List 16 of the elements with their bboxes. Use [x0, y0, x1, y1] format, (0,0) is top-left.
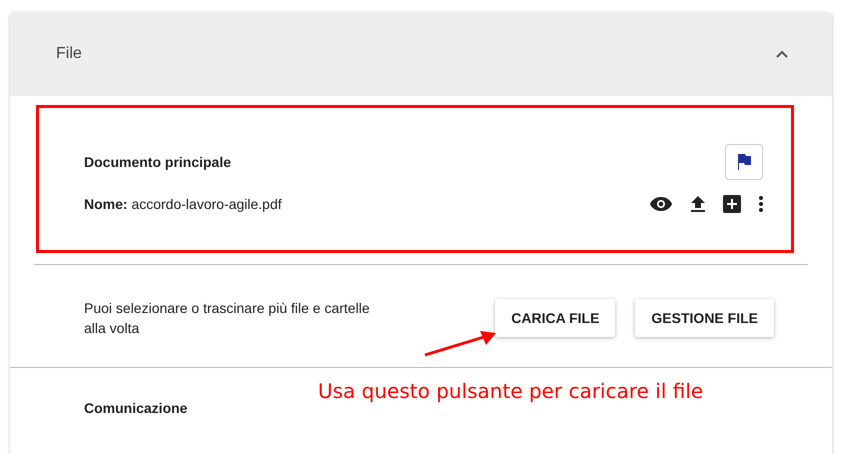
file-name: Nome: accordo-lavoro-agile.pdf	[84, 196, 282, 212]
upload-button[interactable]: CARICA FILE	[495, 299, 616, 337]
add-box-icon[interactable]	[723, 195, 741, 213]
flag-icon	[736, 153, 752, 171]
upload-hint: Puoi selezionare o trascinare più file e cartelle alla volta	[84, 299, 371, 338]
eye-icon[interactable]	[649, 196, 673, 212]
flag-button[interactable]	[725, 144, 763, 180]
more-icon[interactable]	[759, 196, 763, 212]
upload-icon[interactable]	[691, 196, 705, 212]
document-heading: Documento principale	[84, 154, 232, 170]
panel-title: File	[56, 45, 82, 63]
annotation-text: Usa questo pulsante per caricare il file	[318, 379, 704, 403]
section-heading: Comunicazione	[84, 400, 188, 416]
manage-button[interactable]: GESTIONE FILE	[635, 299, 774, 337]
panel-header[interactable]: File	[10, 12, 832, 96]
chevron-up-icon[interactable]	[776, 50, 788, 58]
